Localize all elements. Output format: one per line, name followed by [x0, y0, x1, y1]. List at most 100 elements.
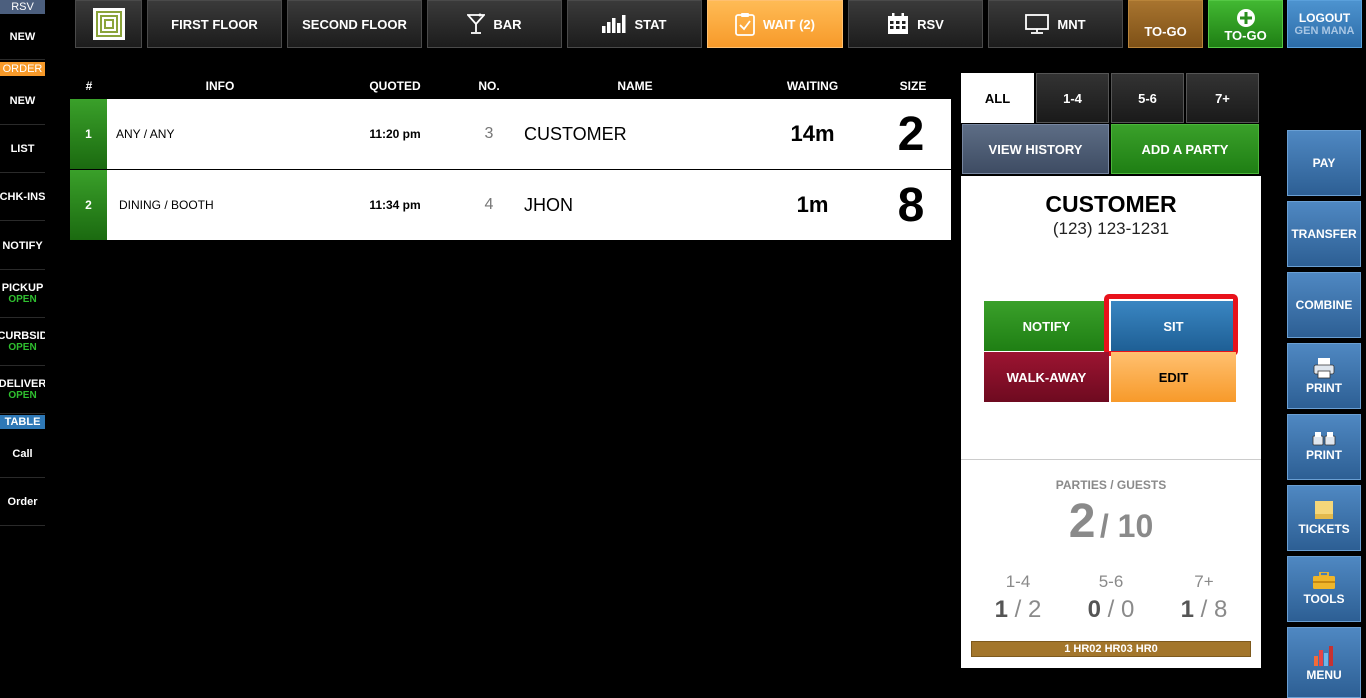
first-floor-button[interactable]: FIRST FLOOR: [147, 0, 282, 48]
monitor-button[interactable]: MNT: [988, 0, 1123, 48]
split-label: 7+: [1194, 572, 1214, 591]
tab-all[interactable]: ALL: [961, 73, 1034, 123]
delivery-status: OPEN: [8, 390, 37, 401]
second-floor-button[interactable]: SECOND FLOOR: [287, 0, 422, 48]
action-label: PRINT: [1306, 381, 1342, 395]
sidebar-item-label: CURBSID: [0, 330, 45, 342]
nav-label: STAT: [634, 16, 667, 32]
parties-guests-label: PARTIES / GUESTS: [1055, 478, 1167, 492]
separator: /: [1099, 508, 1118, 544]
row-no: 3: [484, 125, 494, 142]
customer-name: CUSTOMER: [1045, 191, 1177, 217]
transfer-button[interactable]: TRANSFER: [1287, 201, 1361, 267]
sidebar-check-ins[interactable]: CHK-INS: [0, 173, 45, 221]
row-size: 2: [897, 107, 925, 161]
row-waiting: 14m: [790, 121, 835, 146]
table-section-tag: TABLE: [0, 415, 45, 429]
split-label: 1-4: [1005, 572, 1031, 591]
user-name: GEN MANA: [1294, 25, 1355, 37]
row-info: DINING / BOOTH: [119, 198, 214, 212]
left-sidebar: RSV NEW ORDER NEW LIST CHK-INS NOTIFY PI…: [0, 0, 46, 698]
to-go-list-button[interactable]: TO-GO: [1128, 0, 1203, 48]
header-name: NAME: [617, 79, 653, 93]
row-waiting: 1m: [796, 192, 829, 217]
sidebar-notify[interactable]: NOTIFY: [0, 222, 45, 270]
nav-label: LOGOUT: [1298, 11, 1351, 25]
row-number: 2: [70, 170, 107, 240]
parties-guests-value: 2 / 10: [961, 494, 1261, 549]
print-kitchen-button[interactable]: PRINT: [1287, 414, 1361, 480]
sidebar-item-label: CHK-INS: [0, 190, 45, 203]
pickup-status: OPEN: [8, 294, 37, 305]
split-parties: 1: [1180, 596, 1194, 623]
add-party-button[interactable]: ADD A PARTY: [1111, 124, 1259, 174]
sidebar-item-label: PICKUP: [1, 282, 44, 294]
nav-label: TO-GO: [1224, 27, 1267, 43]
print-receipt-button[interactable]: PRINT: [1287, 343, 1361, 409]
tickets-button[interactable]: TICKETS: [1287, 485, 1361, 551]
reservations-button[interactable]: RSV: [848, 0, 983, 48]
nav-label: TO-GO: [1144, 24, 1187, 39]
nav-label: FIRST FLOOR: [171, 16, 258, 32]
notify-button[interactable]: NOTIFY: [984, 301, 1109, 351]
tools-button[interactable]: TOOLS: [1287, 556, 1361, 622]
nav-label: SECOND FLOOR: [302, 16, 407, 32]
note-icon: [1315, 501, 1333, 519]
bar-chart-icon: [602, 15, 626, 33]
tab-1-4[interactable]: 1-4: [1036, 73, 1109, 123]
bar-button[interactable]: BAR: [427, 0, 562, 48]
action-label: TRANSFER: [1291, 227, 1357, 241]
sidebar-item-label: Call: [12, 447, 33, 460]
wait-button[interactable]: WAIT (2): [707, 0, 843, 48]
home-logo-button[interactable]: [75, 0, 142, 48]
row-no: 4: [484, 196, 494, 213]
header-no: NO.: [478, 79, 500, 93]
edit-button[interactable]: EDIT: [1111, 352, 1236, 402]
sidebar-item-label: DELIVER: [0, 378, 45, 390]
sidebar-item-label: NEW: [9, 30, 36, 43]
nav-label: WAIT (2): [763, 16, 815, 32]
nav-label: MNT: [1057, 16, 1086, 32]
split-guests: 8: [1214, 596, 1228, 623]
sidebar-order[interactable]: Order: [0, 478, 45, 526]
action-label: COMBINE: [1295, 298, 1353, 312]
action-label: MENU: [1306, 667, 1342, 682]
combine-button[interactable]: COMBINE: [1287, 272, 1361, 338]
walk-away-button[interactable]: WALK-AWAY: [984, 352, 1109, 402]
split-guests: 2: [1028, 596, 1042, 623]
clipboard-icon: [735, 13, 755, 36]
sidebar-call[interactable]: Call: [0, 430, 45, 478]
new-to-go-button[interactable]: TO-GO: [1208, 0, 1283, 48]
action-label: TICKETS: [1298, 522, 1350, 536]
sidebar-delivery[interactable]: DELIVER OPEN: [0, 366, 45, 414]
sidebar-pickup[interactable]: PICKUP OPEN: [0, 270, 45, 318]
waitlist-row[interactable]: 1 ANY / ANY 11:20 pm 3 CUSTOMER 14m 2: [70, 99, 951, 169]
row-name: JHON: [524, 194, 573, 215]
header-waiting: WAITING: [786, 79, 839, 93]
menu-button[interactable]: MENU: [1287, 627, 1361, 698]
action-label: PRINT: [1306, 448, 1342, 462]
sidebar-new-reservation[interactable]: NEW: [0, 14, 45, 60]
split-parties: 0: [1087, 596, 1101, 623]
view-history-button[interactable]: VIEW HISTORY: [962, 124, 1109, 174]
stat-button[interactable]: STAT: [567, 0, 702, 48]
sidebar-item-label: LIST: [10, 142, 35, 155]
split-label: 5-6: [1098, 572, 1124, 591]
order-section-tag: ORDER: [0, 62, 45, 76]
sidebar-new-order[interactable]: NEW: [0, 77, 45, 125]
logout-button[interactable]: LOGOUT GEN MANA: [1287, 0, 1362, 48]
sidebar-list[interactable]: LIST: [0, 125, 45, 173]
pay-button[interactable]: PAY: [1287, 130, 1361, 196]
waitlist-row[interactable]: 2 DINING / BOOTH 11:34 pm 4 JHON 1m 8: [70, 170, 951, 240]
logo-icon: [92, 8, 125, 40]
row-info: ANY / ANY: [116, 127, 175, 141]
row-number: 1: [70, 99, 107, 169]
row-quoted: 11:34 pm: [369, 198, 421, 212]
sidebar-curbside[interactable]: CURBSID OPEN: [0, 318, 45, 366]
tab-7-plus[interactable]: 7+: [1186, 73, 1259, 123]
wait-timeline: 1 HR02 HR03 HR0: [971, 641, 1251, 657]
tab-5-6[interactable]: 5-6: [1111, 73, 1184, 123]
split-parties: 1: [994, 596, 1008, 623]
sit-highlight: [1104, 294, 1238, 356]
party-detail-card: CUSTOMER (123) 123-1231 NOTIFY SIT WALK-…: [961, 176, 1261, 668]
